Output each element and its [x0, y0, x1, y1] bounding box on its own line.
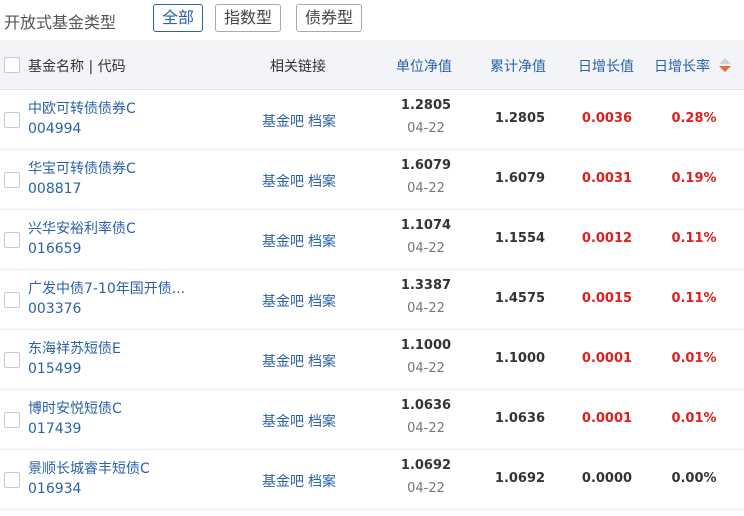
daily-change-value: 0.0001	[581, 351, 633, 366]
fund-code-link[interactable]: 008817	[28, 181, 81, 197]
fund-archive-link[interactable]: 档案	[308, 174, 336, 190]
daily-rate-value: 0.11%	[671, 291, 717, 306]
nav-date: 04-22	[407, 121, 445, 136]
daily-change-value: 0.0031	[581, 171, 633, 186]
fund-archive-link[interactable]: 档案	[308, 414, 336, 430]
fund-bar-link[interactable]: 基金吧	[262, 414, 304, 430]
acc-nav-value: 1.0636	[494, 411, 546, 426]
row-checkbox[interactable]	[4, 352, 20, 368]
related-links: 基金吧 档案	[262, 351, 340, 371]
table-row: 广发中债7-10年国开债... 003376 基金吧 档案 1.3387 04-22 1.4…	[0, 270, 744, 330]
fund-bar-link[interactable]: 基金吧	[262, 354, 304, 370]
daily-change-value: 0.0036	[581, 111, 633, 126]
fund-bar-link[interactable]: 基金吧	[262, 294, 304, 310]
select-all-checkbox[interactable]	[4, 57, 20, 73]
daily-rate-value: 0.28%	[671, 111, 717, 126]
fund-name-link[interactable]: 景顺长城睿丰短债C	[28, 458, 150, 478]
fund-name-link[interactable]: 华宝可转债债券C	[28, 158, 136, 178]
daily-rate-value: 0.01%	[671, 411, 717, 426]
header-nav[interactable]: 单位净值	[396, 56, 452, 76]
daily-change-value: 0.0012	[581, 231, 633, 246]
table-row: 景顺长城睿丰短债C 016934 基金吧 档案 1.0692 04-22 1.0692 0.0…	[0, 450, 744, 510]
fund-archive-link[interactable]: 档案	[308, 474, 336, 490]
related-links: 基金吧 档案	[262, 231, 340, 251]
fund-bar-link[interactable]: 基金吧	[262, 174, 304, 190]
header-daily-rate[interactable]: 日增长率	[654, 56, 710, 76]
unit-nav-value: 1.1000	[400, 338, 452, 353]
fund-name-link[interactable]: 广发中债7-10年国开债...	[28, 278, 185, 298]
header-acc-nav[interactable]: 累计净值	[490, 56, 546, 76]
table-row: 兴华安裕利率债C 016659 基金吧 档案 1.1074 04-22 1.1554 0.00…	[0, 210, 744, 270]
fund-archive-link[interactable]: 档案	[308, 354, 336, 370]
row-checkbox[interactable]	[4, 472, 20, 488]
filter-all-button[interactable]: 全部	[153, 4, 203, 32]
fund-code-link[interactable]: 016934	[28, 481, 81, 497]
related-links: 基金吧 档案	[262, 411, 340, 431]
row-checkbox[interactable]	[4, 412, 20, 428]
fund-code-link[interactable]: 015499	[28, 361, 81, 377]
header-name-code: 基金名称 | 代码	[28, 59, 126, 75]
daily-change-value: 0.0015	[581, 291, 633, 306]
acc-nav-value: 1.4575	[494, 291, 546, 306]
daily-rate-value: 0.19%	[671, 171, 717, 186]
filter-index-button[interactable]: 指数型	[215, 4, 281, 32]
fund-name-link[interactable]: 博时安悦短债C	[28, 398, 122, 418]
fund-code-link[interactable]: 003376	[28, 301, 81, 317]
table-header: 基金名称 | 代码 相关链接 单位净值 累计净值 日增长值 日增长率	[0, 40, 744, 90]
daily-rate-value: 0.01%	[671, 351, 717, 366]
row-checkbox[interactable]	[4, 292, 20, 308]
acc-nav-value: 1.1000	[494, 351, 546, 366]
unit-nav-value: 1.0692	[400, 458, 452, 473]
row-checkbox[interactable]	[4, 112, 20, 128]
acc-nav-value: 1.1554	[494, 231, 546, 246]
header-links: 相关链接	[270, 59, 326, 75]
fund-table: 基金名称 | 代码 相关链接 单位净值 累计净值 日增长值 日增长率 中欧可转债…	[0, 40, 744, 510]
daily-rate-value: 0.00%	[671, 471, 717, 486]
fund-type-filter-bar: 开放式基金类型 全部 指数型 债券型	[0, 0, 744, 40]
unit-nav-value: 1.1074	[400, 218, 452, 233]
fund-bar-link[interactable]: 基金吧	[262, 474, 304, 490]
nav-date: 04-22	[407, 301, 445, 316]
unit-nav-value: 1.0636	[400, 398, 452, 413]
fund-name-link[interactable]: 东海祥苏短债E	[28, 338, 121, 358]
row-checkbox[interactable]	[4, 232, 20, 248]
nav-date: 04-22	[407, 421, 445, 436]
acc-nav-value: 1.6079	[494, 171, 546, 186]
nav-date: 04-22	[407, 241, 445, 256]
nav-date: 04-22	[407, 361, 445, 376]
fund-name-link[interactable]: 中欧可转债债券C	[28, 98, 136, 118]
related-links: 基金吧 档案	[262, 171, 340, 191]
unit-nav-value: 1.3387	[400, 278, 452, 293]
daily-rate-value: 0.11%	[671, 231, 717, 246]
related-links: 基金吧 档案	[262, 291, 340, 311]
daily-change-value: 0.0000	[581, 471, 633, 486]
table-row: 中欧可转债债券C 004994 基金吧 档案 1.2805 04-22 1.2805 0.00…	[0, 90, 744, 150]
acc-nav-value: 1.0692	[494, 471, 546, 486]
fund-archive-link[interactable]: 档案	[308, 294, 336, 310]
fund-code-link[interactable]: 004994	[28, 121, 81, 137]
table-row: 华宝可转债债券C 008817 基金吧 档案 1.6079 04-22 1.6079 0.00…	[0, 150, 744, 210]
fund-archive-link[interactable]: 档案	[308, 234, 336, 250]
filter-bond-button[interactable]: 债券型	[296, 4, 362, 32]
fund-archive-link[interactable]: 档案	[308, 114, 336, 130]
nav-date: 04-22	[407, 181, 445, 196]
unit-nav-value: 1.2805	[400, 98, 452, 113]
unit-nav-value: 1.6079	[400, 158, 452, 173]
fund-name-link[interactable]: 兴华安裕利率债C	[28, 218, 136, 238]
fund-bar-link[interactable]: 基金吧	[262, 234, 304, 250]
row-checkbox[interactable]	[4, 172, 20, 188]
header-daily-change[interactable]: 日增长值	[578, 56, 634, 76]
table-row: 博时安悦短债C 017439 基金吧 档案 1.0636 04-22 1.0636 0.000…	[0, 390, 744, 450]
fund-code-link[interactable]: 016659	[28, 241, 81, 257]
table-row: 东海祥苏短债E 015499 基金吧 档案 1.1000 04-22 1.1000 0.000…	[0, 330, 744, 390]
fund-code-link[interactable]: 017439	[28, 421, 81, 437]
fund-bar-link[interactable]: 基金吧	[262, 114, 304, 130]
sort-descending-icon[interactable]	[718, 56, 732, 74]
fund-type-title: 开放式基金类型	[4, 13, 117, 32]
nav-date: 04-22	[407, 481, 445, 496]
related-links: 基金吧 档案	[262, 471, 340, 491]
related-links: 基金吧 档案	[262, 111, 340, 131]
daily-change-value: 0.0001	[581, 411, 633, 426]
acc-nav-value: 1.2805	[494, 111, 546, 126]
